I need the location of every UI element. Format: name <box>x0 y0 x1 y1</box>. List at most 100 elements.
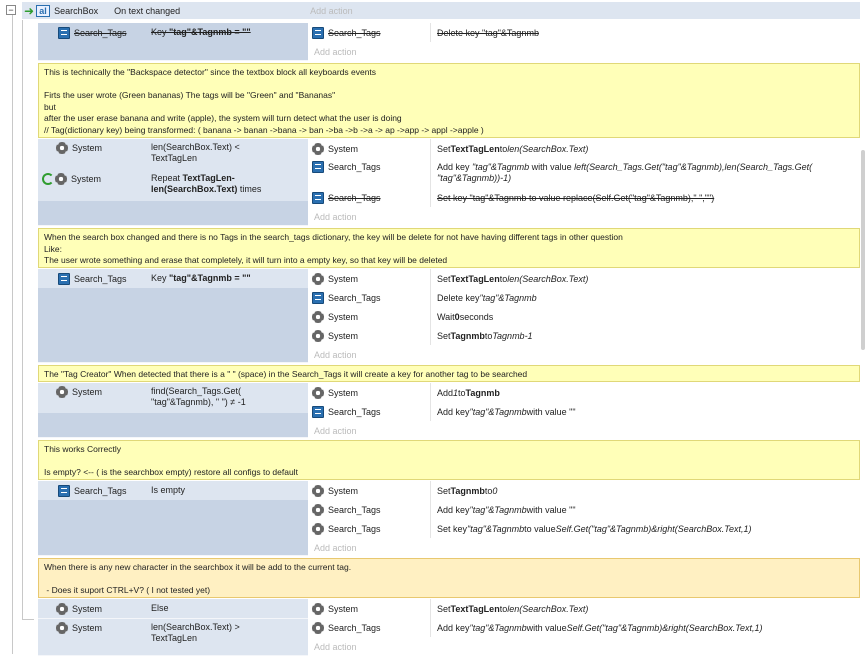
add-action-link[interactable]: Add action <box>308 421 860 440</box>
t: Set <box>437 330 451 341</box>
cond-text: find(Search_Tags.Get( "tag"&Tagnmb), " "… <box>151 386 246 407</box>
action-object: Search_Tags <box>328 27 381 38</box>
action-row[interactable]: Search_Tags Add key "tag"&Tagnmb with va… <box>308 158 860 188</box>
cond-object: Search_Tags <box>74 485 127 496</box>
header-condition: On text changed <box>114 5 181 16</box>
t: with value <box>529 162 575 172</box>
t: to value <box>524 523 556 534</box>
condition-row[interactable]: Search_Tags Key "tag"&Tagnmb = "" <box>38 269 308 288</box>
action-row[interactable]: System Set TextTagLen to len(SearchBox.T… <box>308 139 860 158</box>
action-object: System <box>328 311 359 322</box>
action-row[interactable]: Search_Tags Set key "tag"&Tagnmb to valu… <box>308 188 860 207</box>
comment-1[interactable]: This is technically the "Backspace detec… <box>38 63 860 138</box>
event-6[interactable]: System Else System len(SearchBox.Text) >… <box>38 599 860 656</box>
t: "tag"&Tagnmb <box>469 504 527 515</box>
t: Delete key <box>437 292 480 303</box>
action-row[interactable]: System Set Tagnmb to Tagnmb-1 <box>308 326 860 345</box>
condition-row[interactable]: System find(Search_Tags.Get( "tag"&Tagnm… <box>38 383 308 413</box>
header-event[interactable]: ➜ al SearchBox On text changed Add actio… <box>22 2 860 19</box>
action-object: Search_Tags <box>328 162 381 172</box>
t: seconds <box>459 311 494 322</box>
add-action-link[interactable]: Add action <box>308 207 860 226</box>
gear-icon <box>56 602 68 615</box>
t: Add key <box>437 162 473 172</box>
action-object: System <box>328 603 359 614</box>
gear-icon <box>312 621 324 634</box>
action-row[interactable]: Search_Tags Delete key "tag"&Tagnmb <box>308 23 860 42</box>
t: "tag"&Tagnmb <box>467 523 525 534</box>
event-2[interactable]: System len(SearchBox.Text) < TextTagLen … <box>38 139 860 226</box>
repeat-row[interactable]: System Repeat TextTagLen-len(SearchBox.T… <box>38 170 308 201</box>
cond-text: len(SearchBox.Text) > TextTagLen <box>151 622 240 643</box>
gear-icon <box>312 272 324 285</box>
t: to <box>458 387 466 398</box>
t: Add key <box>437 622 470 633</box>
action-row[interactable]: Search_Tags Add key "tag"&Tagnmb with val… <box>308 402 860 421</box>
t: with value "" <box>526 504 576 515</box>
action-row[interactable]: System Wait 0 seconds <box>308 307 860 326</box>
action-object: Search_Tags <box>328 523 381 534</box>
event-5[interactable]: Search_Tags Is empty System Set Tagnmb to… <box>38 481 860 556</box>
t: TextTagLen <box>450 143 500 154</box>
dictionary-icon <box>58 484 70 497</box>
condition-row[interactable]: System len(SearchBox.Text) < TextTagLen <box>38 139 308 170</box>
gear-icon <box>56 386 68 398</box>
action-row[interactable]: Search_Tags Add key "tag"&Tagnmb with val… <box>308 500 860 519</box>
event-4[interactable]: System find(Search_Tags.Get( "tag"&Tagnm… <box>38 383 860 438</box>
textbox-icon: al <box>36 4 51 17</box>
add-action-link[interactable]: Add action <box>308 538 860 557</box>
action-object: System <box>328 485 359 496</box>
action-row[interactable]: Search_Tags Delete key "tag"&Tagnmb <box>308 288 860 307</box>
action-object: Search_Tags <box>328 504 381 515</box>
t: left(Search_Tags.Get("tag"&Tagnmb),len(S… <box>574 162 813 172</box>
cond-object: System <box>72 623 103 633</box>
cond-text: len(SearchBox.Text) < TextTagLen <box>151 142 240 163</box>
collapse-toggle[interactable]: − <box>6 5 16 15</box>
condition-row[interactable]: System len(SearchBox.Text) > TextTagLen <box>38 618 308 650</box>
action-row[interactable]: System Set TextTagLen to len(SearchBox.Te… <box>308 269 860 288</box>
add-action-link[interactable]: Add action <box>308 637 860 656</box>
header-add-action[interactable]: Add action <box>304 6 353 16</box>
t: to <box>484 330 493 341</box>
action-row[interactable]: Search_Tags Add key "tag"&Tagnmb with val… <box>308 618 860 637</box>
action-row[interactable]: System Set TextTagLen to len(SearchBox.Te… <box>308 599 860 618</box>
repeat-suffix: times <box>237 184 262 194</box>
action-object: Search_Tags <box>328 292 381 303</box>
t: TextTagLen <box>450 273 500 284</box>
condition-row[interactable]: Search_Tags Is empty <box>38 481 308 500</box>
scrollbar[interactable] <box>861 150 865 350</box>
tree-branch <box>22 619 34 620</box>
t: Set <box>437 273 451 284</box>
action-object: Search_Tags <box>328 622 381 633</box>
comment-3[interactable]: The "Tag Creator" When detected that the… <box>38 365 860 382</box>
t: 0 <box>492 485 498 496</box>
action-row[interactable]: Search_Tags Set key "tag"&Tagnmb to value… <box>308 519 860 538</box>
t: with value "" <box>526 406 576 417</box>
t: Tagnmb <box>450 485 485 496</box>
t: len(SearchBox.Text) <box>507 273 589 284</box>
t: Add <box>437 387 454 398</box>
add-action-link[interactable]: Add action <box>308 42 860 61</box>
action-row[interactable]: System Add 1 to Tagnmb <box>308 383 860 402</box>
comment-5[interactable]: When there is any new character in the s… <box>38 558 860 598</box>
condition-row[interactable]: Search_Tags Key "tag"&Tagnmb = "" <box>38 23 308 42</box>
t: Add key <box>437 504 470 515</box>
t: "tag"&Tagnmb <box>472 162 530 172</box>
dictionary-icon <box>312 291 324 304</box>
event-1[interactable]: Search_Tags Key "tag"&Tagnmb = "" Search… <box>38 23 860 61</box>
action-object: System <box>328 273 359 284</box>
t: len(SearchBox.Text) <box>507 603 589 614</box>
t: Key <box>151 273 170 283</box>
cond-expr: "tag"&Tagnmb = "" <box>169 27 251 37</box>
comment-4[interactable]: This works Correctly Is empty? <-- ( is … <box>38 440 860 480</box>
cond-prefix: Key <box>151 27 170 37</box>
t: to <box>499 143 508 154</box>
comment-2[interactable]: When the search box changed and there is… <box>38 228 860 268</box>
event-3[interactable]: Search_Tags Key "tag"&Tagnmb = "" System… <box>38 269 860 363</box>
action-row[interactable]: System Set Tagnmb to 0 <box>308 481 860 500</box>
else-row[interactable]: System Else <box>38 599 308 618</box>
add-action-link[interactable]: Add action <box>308 345 860 364</box>
t: with value <box>526 622 567 633</box>
dictionary-icon <box>312 405 324 418</box>
dictionary-icon <box>58 26 70 39</box>
